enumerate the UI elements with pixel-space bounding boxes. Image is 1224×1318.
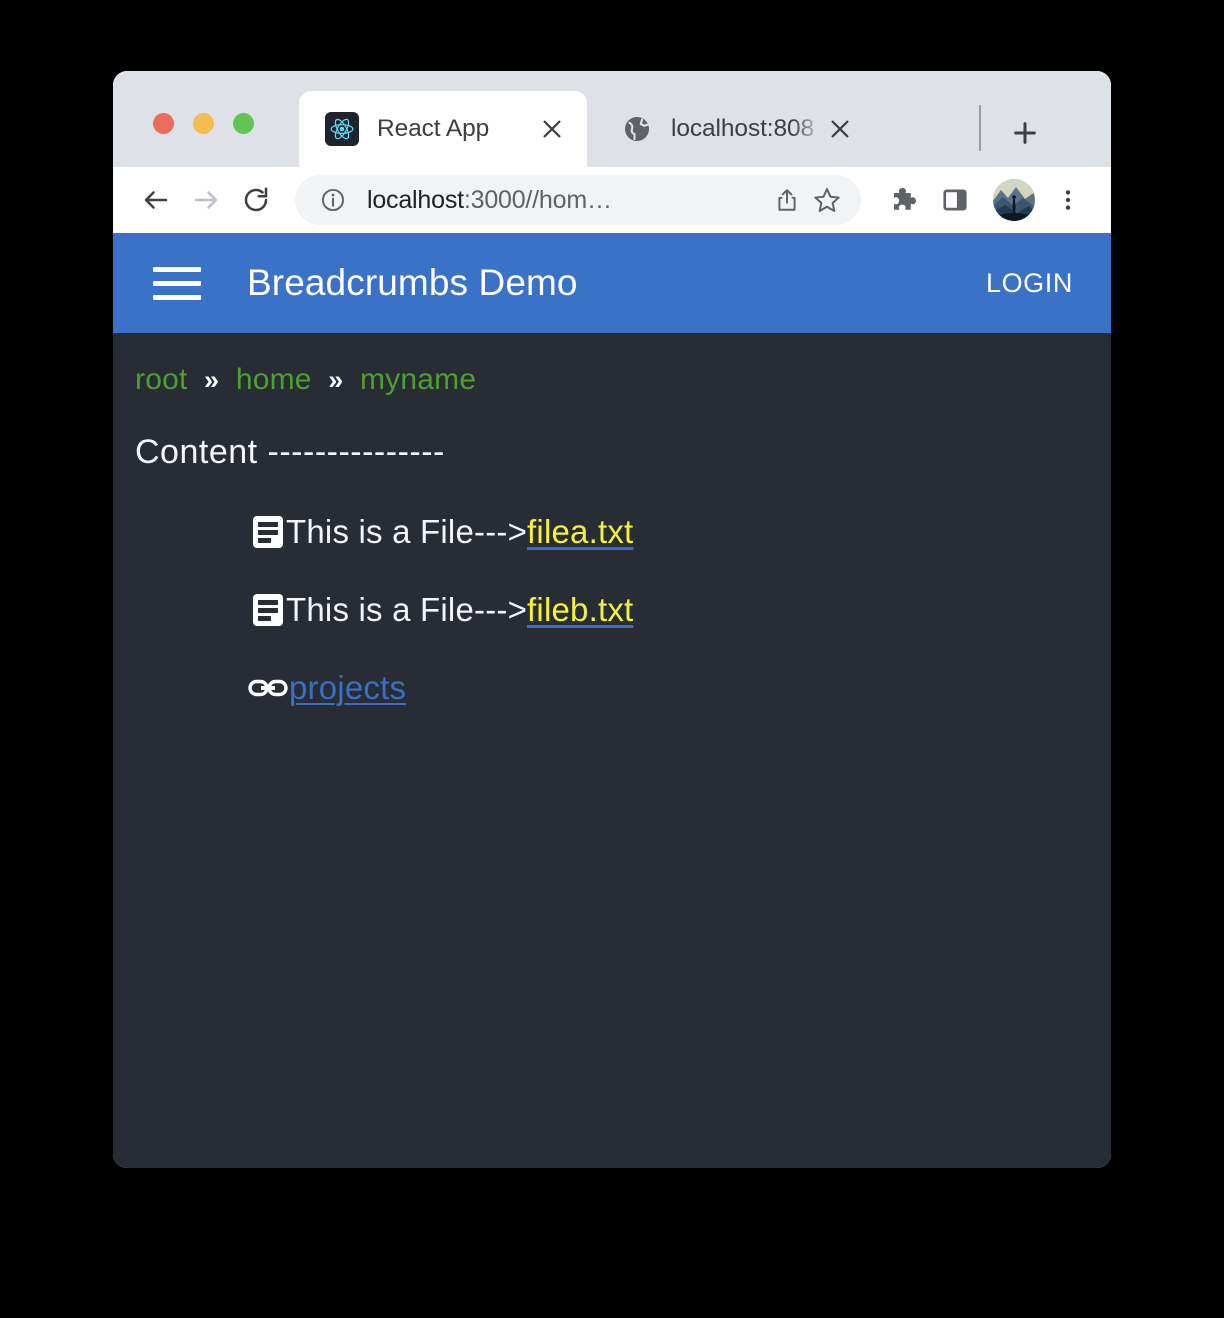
puzzle-icon[interactable] <box>883 178 927 222</box>
file-icon <box>250 512 286 552</box>
breadcrumb-separator: » <box>328 365 344 395</box>
tab-react-app[interactable]: React App <box>299 91 587 167</box>
tab-title: localhost:808 <box>671 115 815 142</box>
new-tab-button[interactable] <box>1003 111 1047 155</box>
link-icon <box>247 668 289 708</box>
window-minimize-button[interactable] <box>193 113 214 134</box>
hamburger-menu-icon[interactable] <box>153 259 201 307</box>
page-viewport: Breadcrumbs Demo LOGIN root » home » myn… <box>113 233 1111 1168</box>
window-close-button[interactable] <box>153 113 174 134</box>
breadcrumb-item-home[interactable]: home <box>236 363 312 396</box>
address-bar[interactable]: localhost:3000//hom… <box>295 175 861 225</box>
window-maximize-button[interactable] <box>233 113 254 134</box>
url-path: :3000//hom… <box>463 185 612 214</box>
profile-avatar[interactable] <box>993 179 1035 221</box>
side-panel-icon[interactable] <box>933 178 977 222</box>
breadcrumb-item-root[interactable]: root <box>135 363 188 396</box>
file-icon <box>250 590 286 630</box>
folder-link-projects[interactable]: projects <box>289 669 406 707</box>
tab-strip: React App localhost:808 <box>113 71 1111 167</box>
list-item-label: This is a File---> <box>286 591 528 628</box>
content-list: This is a File---> filea.txt This is a F… <box>113 512 1111 708</box>
share-icon[interactable] <box>767 180 807 220</box>
url-host: localhost <box>367 185 464 214</box>
content-heading: Content --------------- <box>135 433 445 471</box>
list-item[interactable]: projects <box>247 668 1111 708</box>
tab-title: React App <box>377 115 490 142</box>
three-dot-menu-icon[interactable] <box>1043 175 1093 225</box>
file-link-fileb[interactable]: fileb.txt <box>527 591 633 629</box>
react-logo-icon <box>325 112 359 146</box>
site-info-icon[interactable] <box>313 180 353 220</box>
browser-window: React App localhost:808 localhost:3000//… <box>113 71 1111 1168</box>
list-item[interactable]: This is a File---> fileb.txt <box>250 590 1111 630</box>
login-button[interactable]: LOGIN <box>970 258 1089 309</box>
tab-localhost[interactable]: localhost:808 <box>599 91 871 167</box>
url-text: localhost:3000//hom… <box>367 186 767 215</box>
list-item-label: This is a File---> <box>286 513 528 550</box>
close-icon[interactable] <box>823 112 857 146</box>
breadcrumb: root » home » myname <box>113 333 1111 397</box>
browser-toolbar: localhost:3000//hom… <box>113 167 1111 233</box>
app-bar: Breadcrumbs Demo LOGIN <box>113 233 1111 333</box>
star-icon[interactable] <box>807 180 847 220</box>
breadcrumb-item-myname[interactable]: myname <box>360 363 476 396</box>
close-icon[interactable] <box>535 112 569 146</box>
file-link-filea[interactable]: filea.txt <box>527 513 633 551</box>
breadcrumb-separator: » <box>204 365 220 395</box>
window-traffic-lights <box>153 113 254 134</box>
reload-button[interactable] <box>231 175 281 225</box>
page-title: Breadcrumbs Demo <box>247 262 578 303</box>
back-button[interactable] <box>131 175 181 225</box>
globe-icon <box>621 113 653 145</box>
tab-divider <box>979 105 981 151</box>
forward-button[interactable] <box>181 175 231 225</box>
list-item[interactable]: This is a File---> filea.txt <box>250 512 1111 552</box>
